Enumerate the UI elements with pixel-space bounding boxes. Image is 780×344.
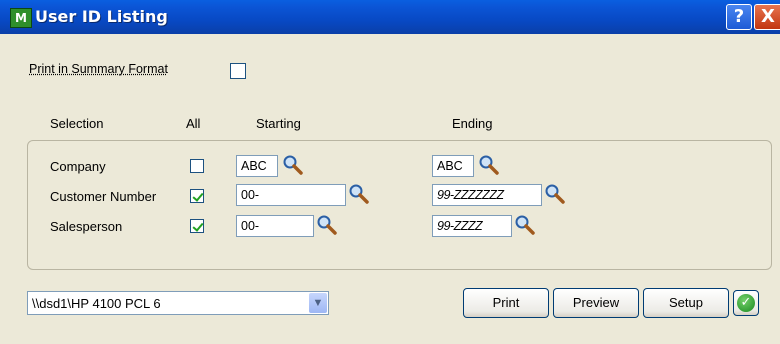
ok-button[interactable]: ✓ — [733, 290, 759, 316]
company-ending-field[interactable]: ABC — [432, 155, 474, 177]
magnifier-icon[interactable] — [544, 183, 566, 205]
all-header: All — [186, 116, 201, 131]
preview-button[interactable]: Preview — [553, 288, 639, 318]
starting-header: Starting — [256, 116, 301, 131]
magnifier-icon[interactable] — [282, 154, 304, 176]
customer-starting-field[interactable]: 00- — [236, 184, 346, 206]
chevron-down-icon[interactable]: ▼ — [309, 293, 327, 313]
summary-format-label: Print in Summary Format — [29, 62, 168, 76]
app-icon: M — [10, 8, 32, 28]
selection-group — [27, 140, 772, 270]
summary-format-checkbox[interactable] — [230, 63, 246, 79]
ending-header: Ending — [452, 116, 493, 131]
close-button[interactable]: X — [754, 4, 780, 30]
magnifier-icon[interactable] — [316, 214, 338, 236]
salesperson-starting-field[interactable]: 00- — [236, 215, 314, 237]
company-starting-field[interactable]: ABC — [236, 155, 278, 177]
print-button-label: Print — [492, 295, 520, 310]
checkmark-circle-icon: ✓ — [737, 294, 755, 312]
title-bar: M User ID Listing ? X — [0, 0, 780, 34]
all-checkbox-company[interactable] — [190, 159, 204, 173]
row-label-customer-number: Customer Number — [50, 189, 157, 204]
row-label-company: Company — [50, 159, 106, 174]
row-label-salesperson: Salesperson — [50, 219, 123, 234]
all-checkbox-customer-number[interactable] — [190, 189, 204, 203]
help-button[interactable]: ? — [726, 4, 752, 30]
status-strip — [0, 336, 780, 344]
salesperson-ending-field[interactable]: 99-ZZZZ — [432, 215, 512, 237]
print-button[interactable]: Print — [463, 288, 549, 318]
setup-button[interactable]: Setup — [643, 288, 729, 318]
printer-select-value: \\dsd1\HP 4100 PCL 6 — [32, 296, 161, 311]
preview-button-label: Preview — [572, 295, 620, 310]
window-title: User ID Listing — [35, 7, 168, 26]
setup-button-label: Setup — [669, 295, 703, 310]
customer-ending-field[interactable]: 99-ZZZZZZZ — [432, 184, 542, 206]
printer-select[interactable]: \\dsd1\HP 4100 PCL 6 ▼ — [27, 291, 329, 315]
magnifier-icon[interactable] — [478, 154, 500, 176]
magnifier-icon[interactable] — [514, 214, 536, 236]
selection-header: Selection — [50, 116, 104, 131]
all-checkbox-salesperson[interactable] — [190, 219, 204, 233]
magnifier-icon[interactable] — [348, 183, 370, 205]
